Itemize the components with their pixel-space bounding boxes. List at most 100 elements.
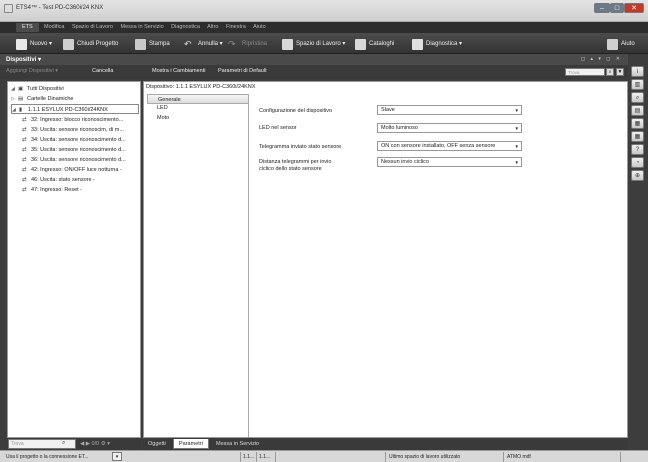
group-object-icon: ⇄ bbox=[22, 177, 27, 183]
tab-messa-in-servizio[interactable]: Messa in Servizio bbox=[211, 439, 264, 449]
tree-item-object[interactable]: ⇄ 42: Ingresso: ON/OFF luce notturna - bbox=[22, 165, 122, 175]
tree-search-input[interactable]: Trova bbox=[8, 439, 76, 449]
status-address-2: 1.1... bbox=[259, 454, 271, 460]
status-divider bbox=[503, 452, 504, 462]
tree-item-cartelle-dinamiche[interactable]: ▷ ▤ Cartelle Dinamiche bbox=[11, 94, 73, 104]
cancella-button[interactable]: Cancella bbox=[92, 68, 113, 74]
param-select-distanza[interactable]: Nessun invio ciclico ▼ bbox=[377, 157, 522, 167]
tree-item-object[interactable]: ⇄ 35: Uscita: sensore riconoscimento d... bbox=[22, 145, 126, 155]
group-object-icon: ⇄ bbox=[22, 167, 27, 173]
search-icon[interactable]: ⌕ bbox=[606, 68, 614, 76]
tree-item-device[interactable]: ◢ ▮ 1.1.1 ESYLUX PD-C360i/24KNX bbox=[11, 104, 139, 114]
menu-modifica[interactable]: Modifica bbox=[44, 24, 64, 30]
status-file: ATMO.mdf bbox=[507, 454, 531, 460]
collapse-icon[interactable]: ◢ bbox=[12, 105, 19, 115]
search-input[interactable]: Trova bbox=[565, 68, 605, 76]
nav-item-led[interactable]: LED bbox=[147, 103, 249, 113]
tree-item-object[interactable]: ⇄ 47: Ingresso: Reset - bbox=[22, 185, 82, 195]
param-select-configurazione[interactable]: Slave ▼ bbox=[377, 105, 522, 115]
diagnostics-icon bbox=[412, 38, 423, 50]
info-icon[interactable]: i bbox=[631, 66, 644, 77]
nuovo-button[interactable]: Nuovo ▾ bbox=[16, 38, 52, 50]
workspace-icon bbox=[282, 38, 293, 50]
panel-title[interactable]: Dispositivi ▾ bbox=[6, 56, 41, 63]
search-icon[interactable]: ⌕ bbox=[62, 440, 65, 447]
menu-spazio-di-lavoro[interactable]: Spazio di Lavoro bbox=[72, 24, 113, 30]
group-object-icon: ⇄ bbox=[22, 147, 27, 153]
status-divider bbox=[275, 452, 276, 462]
tab-oggetti[interactable]: Oggetti bbox=[143, 439, 171, 449]
close-button[interactable]: ✕ bbox=[624, 3, 644, 13]
globe-icon[interactable]: ⊕ bbox=[631, 170, 644, 181]
print-icon bbox=[135, 38, 146, 50]
menu-altro[interactable]: Altro bbox=[207, 24, 218, 30]
tree-item-object[interactable]: ⇄ 46: Uscita: stato sensore - bbox=[22, 175, 95, 185]
group-object-icon: ⇄ bbox=[22, 117, 27, 123]
tree-item-object[interactable]: ⇄ 33: Uscita: sensore riconoscim, di m... bbox=[22, 125, 124, 135]
maximize-button[interactable]: □ bbox=[610, 3, 624, 13]
stampa-button[interactable]: Stampa bbox=[135, 38, 170, 50]
devices-icon: ▣ bbox=[18, 86, 24, 92]
chevron-down-icon: ▼ bbox=[514, 144, 519, 149]
group-object-icon: ⇄ bbox=[22, 157, 27, 163]
param-select-led[interactable]: Molto luminoso ▼ bbox=[377, 123, 522, 133]
devices-panel-header: Dispositivi ▾ ◻ ▴ ▾ ◻ ✕ bbox=[0, 54, 628, 65]
cataloghi-button[interactable]: Cataloghi bbox=[355, 38, 394, 50]
tree-search-navigation[interactable]: ◀ ▶ 0/0 ⚙ ▾ bbox=[80, 439, 110, 449]
param-label-distanza: Distanza telegrammi per invio ciclico de… bbox=[259, 159, 332, 172]
chiudi-progetto-button[interactable]: Chiudi Progetto bbox=[63, 38, 118, 50]
chevron-down-icon: ▼ bbox=[514, 160, 519, 165]
menu-bar: ETS Modifica Spazio di Lavoro Messa in S… bbox=[0, 22, 648, 33]
group-object-icon: ⇄ bbox=[22, 127, 27, 133]
tree-item-object[interactable]: ⇄ 34: Uscita: sensore riconoscimento d... bbox=[22, 135, 126, 145]
grid-icon[interactable]: ▦ bbox=[631, 118, 644, 129]
table-icon[interactable]: ▦ bbox=[631, 131, 644, 142]
catalog-icon bbox=[355, 38, 366, 50]
param-label-configurazione: Configurazione del dispositivo bbox=[259, 108, 333, 114]
status-divider bbox=[620, 452, 621, 462]
aggiungi-dispositivi-button[interactable]: Aggiungi Dispositivi ▾ bbox=[6, 68, 58, 74]
status-dropdown[interactable]: ▾ bbox=[112, 452, 122, 461]
group-object-icon: ⇄ bbox=[22, 187, 27, 193]
menu-finestra[interactable]: Finestra bbox=[226, 24, 246, 30]
search-icon[interactable]: ⌕ bbox=[631, 92, 644, 103]
new-project-icon bbox=[16, 38, 27, 50]
action-bar: Aggiungi Dispositivi ▾ Cancella Mostra i… bbox=[0, 65, 628, 79]
status-bar: Usa il progetto o la connessione ET... ▾… bbox=[0, 450, 648, 462]
device-tree: ◢ ▣ Tutti Dispositivi ▷ ▤ Cartelle Dinamiche… bbox=[7, 81, 141, 438]
device-title: Dispositivo: 1.1.1 ESYLUX PD-C360i/24KNX bbox=[146, 84, 256, 90]
status-project: Usa il progetto o la connessione ET... bbox=[6, 454, 89, 460]
menu-diagnostica[interactable]: Diagnostica bbox=[171, 24, 200, 30]
diagnostica-button[interactable]: Diagnostica ▾ bbox=[412, 38, 462, 50]
parametri-default-button[interactable]: Parametri di Default bbox=[218, 68, 267, 74]
menu-ets[interactable]: ETS bbox=[16, 23, 39, 32]
redo-icon: ↷ bbox=[228, 38, 236, 49]
catalog-icon[interactable]: ▥ bbox=[631, 79, 644, 90]
tree-item-object[interactable]: ⇄ 36: Uscita: sensore riconoscimento d... bbox=[22, 155, 126, 165]
list-icon[interactable]: ▤ bbox=[631, 105, 644, 116]
menu-items: Modifica Spazio di Lavoro Messa in Servi… bbox=[44, 22, 272, 33]
aiuto-button[interactable]: Aiuto bbox=[607, 38, 635, 50]
param-select-telegramma[interactable]: ON con sensore installato, OFF senza sen… bbox=[377, 141, 522, 151]
panel-window-controls[interactable]: ◻ ▴ ▾ ◻ ✕ bbox=[581, 56, 622, 62]
status-divider bbox=[256, 452, 257, 462]
tree-item-tutti-dispositivi[interactable]: ◢ ▣ Tutti Dispositivi bbox=[11, 84, 64, 94]
folder-icon: ▤ bbox=[18, 96, 24, 102]
window-title: ETS4™ - Test PD-C360i/24 KNX bbox=[16, 5, 104, 11]
minimize-button[interactable]: – bbox=[594, 3, 610, 13]
menu-messa-in-servizio[interactable]: Messa in Servizio bbox=[121, 24, 164, 30]
nav-item-moto[interactable]: Moto bbox=[147, 113, 249, 123]
expand-icon[interactable]: ▷ bbox=[11, 94, 18, 104]
collapse-icon[interactable]: ◢ bbox=[11, 84, 18, 94]
tab-parametri[interactable]: Parametri bbox=[173, 439, 209, 449]
help-icon[interactable]: ? bbox=[631, 144, 644, 155]
mostra-cambiamenti-button[interactable]: Mostra i Cambiamenti bbox=[152, 68, 206, 74]
help-book-icon bbox=[607, 38, 618, 50]
menu-aiuto[interactable]: Aiuto bbox=[253, 24, 266, 30]
annulla-button[interactable]: ↶ Annulla ▾ bbox=[184, 38, 223, 50]
ripristina-button[interactable]: ↷ Ripristina bbox=[228, 38, 267, 50]
filter-icon[interactable]: ▼ bbox=[616, 68, 624, 76]
clock-icon[interactable]: ◔ bbox=[631, 157, 644, 168]
tree-item-object[interactable]: ⇄ 32: Ingresso: blocco riconoscimento... bbox=[22, 115, 123, 125]
spazio-di-lavoro-button[interactable]: Spazio di Lavoro ▾ bbox=[282, 38, 345, 50]
